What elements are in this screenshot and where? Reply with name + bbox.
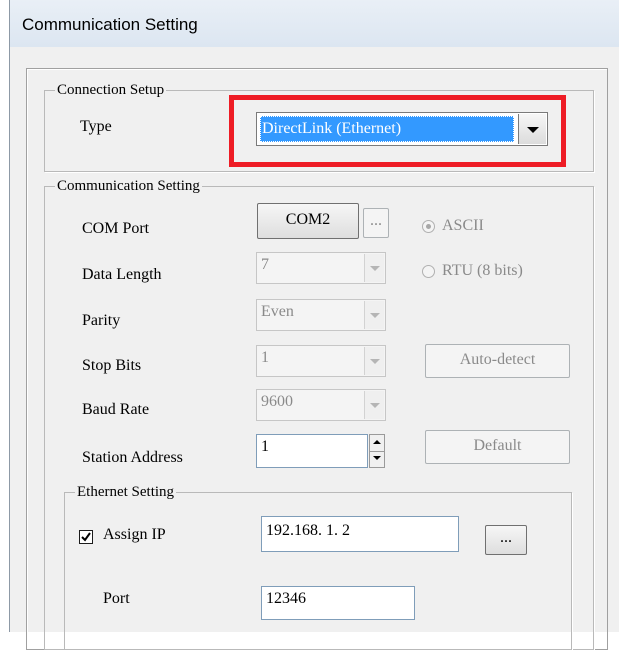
rtu-radio[interactable] — [422, 265, 435, 278]
checkmark-icon — [81, 532, 91, 542]
stop-bits-value: 1 — [261, 349, 269, 366]
com-port-label: COM Port — [82, 220, 150, 237]
baud-rate-label: Baud Rate — [82, 401, 150, 418]
type-label: Type — [80, 118, 112, 135]
ip-address-input[interactable]: 192.168. 1. 2 — [261, 516, 459, 552]
ethernet-setting-group: Ethernet Setting — [64, 484, 572, 650]
station-address-spinner[interactable] — [369, 434, 385, 468]
station-address-label: Station Address — [82, 449, 183, 466]
rtu-label: RTU (8 bits) — [442, 262, 523, 279]
port-label: Port — [103, 590, 130, 607]
parity-select[interactable]: Even — [256, 299, 386, 331]
baud-rate-select[interactable]: 9600 — [256, 389, 386, 421]
baud-rate-value: 9600 — [261, 393, 293, 410]
assign-ip-checkbox[interactable] — [79, 530, 93, 544]
chevron-down-icon[interactable] — [364, 301, 384, 329]
stop-bits-select[interactable]: 1 — [256, 345, 386, 377]
data-length-label: Data Length — [82, 266, 162, 283]
data-length-select[interactable]: 7 — [256, 252, 386, 284]
parity-label: Parity — [82, 312, 121, 329]
ascii-label: ASCII — [442, 217, 484, 234]
port-input[interactable]: 12346 — [261, 586, 415, 620]
ethernet-setting-legend: Ethernet Setting — [77, 484, 175, 500]
chevron-down-icon[interactable] — [364, 254, 384, 282]
ascii-radio[interactable] — [422, 220, 435, 233]
communication-setting-legend: Communication Setting — [57, 178, 200, 194]
parity-value: Even — [261, 303, 294, 320]
default-button[interactable]: Default — [425, 430, 570, 464]
stop-bits-label: Stop Bits — [82, 357, 142, 374]
highlight-box — [229, 95, 566, 167]
ip-browse-button[interactable]: ... — [485, 525, 527, 555]
title-bar: Communication Setting — [9, 0, 619, 47]
data-length-value: 7 — [261, 256, 269, 273]
spinner-up-icon[interactable] — [370, 435, 384, 452]
station-address-input[interactable]: 1 — [256, 434, 368, 468]
window-title: Communication Setting — [22, 15, 198, 34]
chevron-down-icon[interactable] — [364, 347, 384, 375]
spinner-down-icon[interactable] — [370, 451, 384, 467]
auto-detect-button[interactable]: Auto-detect — [425, 344, 570, 378]
com-port-button[interactable]: COM2 — [257, 203, 359, 239]
com-port-browse-button[interactable]: ... — [363, 208, 389, 238]
connection-setup-legend: Connection Setup — [57, 82, 165, 98]
assign-ip-label: Assign IP — [103, 526, 166, 543]
chevron-down-icon[interactable] — [364, 391, 384, 419]
